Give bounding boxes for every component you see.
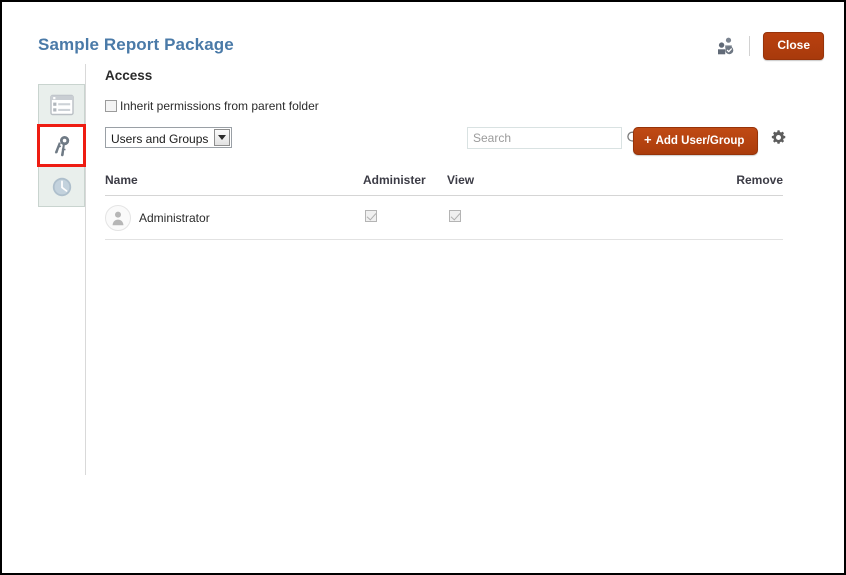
gear-icon[interactable]	[770, 129, 787, 151]
sidebar-item-history[interactable]	[38, 166, 85, 207]
add-user-group-button[interactable]: + Add User/Group	[633, 127, 758, 155]
add-user-group-label: Add User/Group	[656, 135, 745, 147]
permissions-table: Name Administer View Remove Administrato…	[105, 173, 783, 240]
properties-list-icon	[50, 94, 74, 116]
inherit-permissions-checkbox[interactable]	[105, 100, 117, 112]
table-header-row: Name Administer View Remove	[105, 173, 783, 196]
search-field[interactable]	[467, 127, 622, 149]
page-title: Sample Report Package	[38, 35, 234, 55]
clock-icon	[50, 175, 74, 199]
inherit-permissions-label: Inherit permissions from parent folder	[120, 99, 319, 113]
plus-icon: +	[644, 132, 652, 147]
close-button[interactable]: Close	[763, 32, 824, 60]
key-icon	[50, 134, 74, 158]
sidebar-item-access[interactable]	[38, 125, 85, 166]
header-divider	[749, 36, 750, 56]
row-administer-cell	[363, 210, 447, 225]
section-title: Access	[105, 68, 785, 83]
column-header-remove: Remove	[677, 173, 783, 187]
row-view-cell	[447, 210, 677, 225]
user-avatar-icon	[105, 205, 131, 231]
access-panel: Access Inherit permissions from parent f…	[105, 64, 785, 240]
search-input[interactable]	[468, 128, 621, 148]
column-header-administer: Administer	[363, 173, 447, 187]
access-toolbar: Users and Groups + Add User/Group	[105, 127, 785, 153]
sidebar-tab-rail	[38, 84, 85, 207]
view-checkbox[interactable]	[449, 210, 461, 222]
chevron-down-icon[interactable]	[214, 129, 230, 146]
inherit-permissions-row: Inherit permissions from parent folder	[105, 99, 785, 113]
administer-checkbox[interactable]	[365, 210, 377, 222]
table-row[interactable]: Administrator	[105, 196, 783, 240]
principal-type-select[interactable]: Users and Groups	[105, 127, 232, 148]
row-name-label: Administrator	[139, 211, 210, 225]
dialog-window: Sample Report Package Close	[0, 0, 846, 575]
header-actions: Close	[716, 32, 824, 60]
user-permissions-icon[interactable]	[716, 36, 736, 56]
column-header-name: Name	[105, 173, 363, 187]
principal-type-select-value: Users and Groups	[106, 128, 214, 147]
sidebar-item-properties[interactable]	[38, 84, 85, 125]
dialog-header: Sample Report Package Close	[2, 2, 844, 64]
row-name-cell: Administrator	[105, 205, 363, 231]
column-header-view: View	[447, 173, 677, 187]
rail-content-divider	[85, 64, 86, 475]
